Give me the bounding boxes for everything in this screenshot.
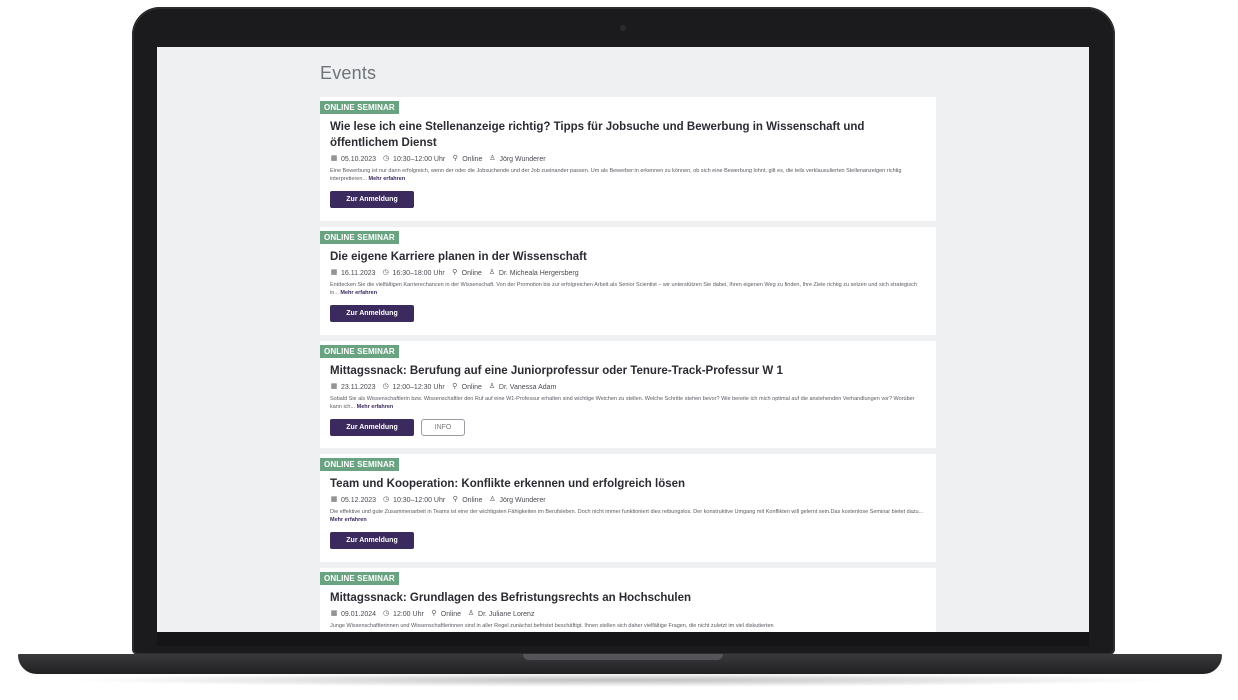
event-title[interactable]: Mittagssnack: Berufung auf eine Juniorpr… bbox=[330, 363, 926, 379]
event-date: 05.10.2023 bbox=[341, 155, 377, 163]
map-pin-icon: ⚲ bbox=[452, 383, 458, 390]
event-type-badge: ONLINE SEMINAR bbox=[320, 572, 399, 585]
calendar-icon: ▦ bbox=[330, 269, 338, 276]
event-speaker: Jörg Wunderer bbox=[499, 496, 546, 504]
more-link[interactable]: Mehr erfahren bbox=[369, 176, 406, 182]
clock-icon: ◷ bbox=[382, 496, 390, 503]
clock-icon: ◷ bbox=[382, 155, 390, 162]
event-title[interactable]: Mittagssnack: Grundlagen des Befristungs… bbox=[330, 590, 926, 606]
more-link[interactable]: Mehr erfahren bbox=[330, 517, 367, 523]
map-pin-icon: ⚲ bbox=[452, 269, 458, 276]
event-card: ONLINE SEMINAR Mittagssnack: Berufung au… bbox=[320, 341, 936, 448]
event-type-badge: ONLINE SEMINAR bbox=[320, 231, 399, 244]
description-text: Junge Wissenschaftlerinnen und Wissensch… bbox=[330, 623, 774, 629]
event-date: 05.12.2023 bbox=[341, 496, 377, 504]
event-time: 10:30–12:00 Uhr bbox=[393, 155, 446, 163]
info-button[interactable]: INFO bbox=[421, 419, 465, 436]
map-pin-icon: ⚲ bbox=[452, 155, 458, 162]
person-icon: ♙ bbox=[489, 496, 496, 503]
event-description: Sobald Sie als Wissenschaftlerin bzw. Wi… bbox=[330, 395, 926, 411]
event-description: Entdecken Sie die vielfältigen Karrierec… bbox=[330, 281, 926, 297]
person-icon: ♙ bbox=[489, 155, 496, 162]
laptop-shadow bbox=[60, 673, 1180, 687]
calendar-icon: ▦ bbox=[330, 383, 338, 390]
event-time: 10:30–12:00 Uhr bbox=[393, 496, 446, 504]
clock-icon: ◷ bbox=[382, 383, 389, 390]
description-text: Die effektive und gute Zusammenarbeit in… bbox=[330, 509, 924, 515]
event-card: ONLINE SEMINAR Mittagssnack: Grundlagen … bbox=[320, 568, 936, 632]
event-location: Online bbox=[462, 155, 483, 163]
browser-screen: Events ONLINE SEMINAR Wie lese ich eine … bbox=[157, 47, 1089, 632]
event-date: 09.01.2024 bbox=[341, 610, 377, 618]
event-speaker: Dr. Vanessa Adam bbox=[498, 383, 557, 391]
register-button[interactable]: Zur Anmeldung bbox=[330, 532, 414, 549]
register-button[interactable]: Zur Anmeldung bbox=[330, 191, 414, 208]
screen-bezel bbox=[157, 632, 1089, 646]
more-link[interactable]: Mehr erfahren bbox=[340, 290, 377, 296]
event-speaker: Jörg Wunderer bbox=[499, 155, 546, 163]
calendar-icon: ▦ bbox=[330, 155, 338, 162]
person-icon: ♙ bbox=[488, 383, 496, 390]
event-card: ONLINE SEMINAR Wie lese ich eine Stellen… bbox=[320, 97, 936, 221]
event-date: 16.11.2023 bbox=[341, 269, 376, 277]
event-location: Online bbox=[462, 496, 483, 504]
event-card: ONLINE SEMINAR Die eigene Karriere plane… bbox=[320, 227, 936, 335]
map-pin-icon: ⚲ bbox=[431, 610, 437, 617]
register-button[interactable]: Zur Anmeldung bbox=[330, 419, 414, 436]
event-date: 23.11.2023 bbox=[341, 383, 376, 391]
event-time: 16:30–18:00 Uhr bbox=[392, 269, 445, 277]
event-location: Online bbox=[461, 269, 482, 277]
event-location: Online bbox=[440, 610, 462, 618]
description-text: Eine Bewerbung ist nur dann erfolgreich,… bbox=[330, 168, 902, 182]
person-icon: ♙ bbox=[488, 269, 496, 276]
clock-icon: ◷ bbox=[382, 610, 390, 617]
event-location: Online bbox=[461, 383, 482, 391]
person-icon: ♙ bbox=[467, 610, 475, 617]
event-type-badge: ONLINE SEMINAR bbox=[320, 458, 399, 471]
event-meta: ▦ 16.11.2023 ◷ 16:30–18:00 Uhr ⚲ Online ♙ Dr… bbox=[330, 269, 926, 277]
event-type-badge: ONLINE SEMINAR bbox=[320, 101, 399, 114]
event-time: 12:00–12:30 Uhr bbox=[392, 383, 445, 391]
event-description: Eine Bewerbung ist nur dann erfolgreich,… bbox=[330, 167, 926, 183]
event-meta: ▦ 05.10.2023 ◷ 10:30–12:00 Uhr ⚲ Online ♙ Jö… bbox=[330, 155, 926, 163]
calendar-icon: ▦ bbox=[330, 496, 338, 503]
event-speaker: Dr. Micheala Hergersberg bbox=[498, 269, 579, 277]
laptop-notch bbox=[523, 654, 723, 660]
clock-icon: ◷ bbox=[382, 269, 389, 276]
event-speaker: Dr. Juliane Lorenz bbox=[478, 610, 535, 618]
event-description: Die effektive und gute Zusammenarbeit in… bbox=[330, 508, 926, 524]
event-meta: ▦ 05.12.2023 ◷ 10:30–12:00 Uhr ⚲ Online ♙ Jö… bbox=[330, 496, 926, 504]
webcam bbox=[620, 25, 626, 31]
event-type-badge: ONLINE SEMINAR bbox=[320, 345, 399, 358]
calendar-icon: ▦ bbox=[330, 610, 338, 617]
event-meta: ▦ 23.11.2023 ◷ 12:00–12:30 Uhr ⚲ Online ♙ Dr… bbox=[330, 383, 926, 391]
event-title[interactable]: Team und Kooperation: Konflikte erkennen… bbox=[330, 476, 926, 492]
description-text: Sobald Sie als Wissenschaftlerin bzw. Wi… bbox=[330, 396, 915, 410]
more-link[interactable]: Mehr erfahren bbox=[357, 404, 394, 410]
event-description: Junge Wissenschaftlerinnen und Wissensch… bbox=[330, 622, 926, 630]
events-content: Events ONLINE SEMINAR Wie lese ich eine … bbox=[320, 47, 936, 632]
description-text: Entdecken Sie die vielfältigen Karrierec… bbox=[330, 282, 917, 296]
event-meta: ▦ 09.01.2024 ◷ 12:00 Uhr ⚲ Online ♙ Dr. Juli… bbox=[330, 610, 926, 618]
event-time: 12:00 Uhr bbox=[393, 610, 424, 618]
register-button[interactable]: Zur Anmeldung bbox=[330, 305, 414, 322]
page-title: Events bbox=[320, 63, 377, 83]
map-pin-icon: ⚲ bbox=[452, 496, 458, 503]
event-card: ONLINE SEMINAR Team und Kooperation: Kon… bbox=[320, 454, 936, 562]
event-title[interactable]: Wie lese ich eine Stellenanzeige richtig… bbox=[330, 119, 926, 151]
event-title[interactable]: Die eigene Karriere planen in der Wissen… bbox=[330, 249, 926, 265]
